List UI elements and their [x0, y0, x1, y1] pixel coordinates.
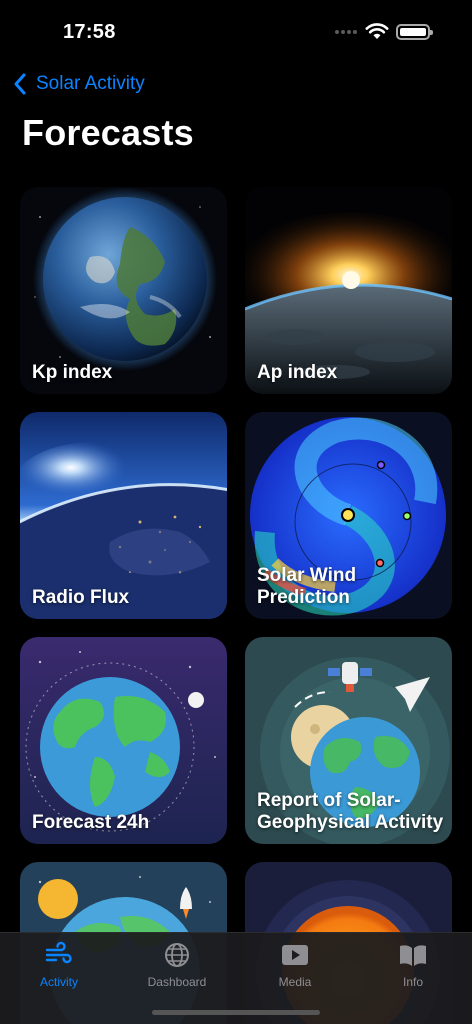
play-icon [282, 945, 308, 965]
battery-icon [396, 24, 433, 40]
card-label: Ap index [257, 362, 338, 383]
tab-label: Dashboard [147, 975, 207, 989]
page-title: Forecasts [22, 112, 194, 153]
back-button-label: Solar Activity [36, 73, 145, 94]
status-time: 17:58 [63, 21, 116, 43]
card-radio-flux[interactable]: Radio Flux [20, 412, 227, 619]
tab-label: Info [402, 975, 423, 989]
status-bar: 17:58 [0, 0, 472, 60]
card-label: Radio Flux [32, 587, 130, 608]
tab-media[interactable]: Media [245, 940, 345, 989]
card-solar-wind-prediction[interactable]: Solar Wind Prediction [245, 412, 452, 619]
book-icon [400, 945, 426, 966]
chevron-left-icon [14, 73, 26, 95]
globe-icon [165, 943, 189, 967]
tab-activity[interactable]: Activity [9, 940, 109, 989]
card-ap-index[interactable]: Ap index [245, 187, 452, 394]
card-label: Forecast 24h [32, 812, 150, 833]
card-label: Solar Wind Prediction [257, 565, 357, 608]
card-report-solar-geophysical[interactable]: Report of Solar-Geophysical Activity [245, 637, 452, 844]
tab-dashboard[interactable]: Dashboard [127, 940, 227, 989]
wifi-icon [365, 23, 389, 39]
card-label: Kp index [32, 362, 113, 383]
wind-icon [45, 941, 72, 964]
signal-icon [335, 30, 357, 34]
card-label: Report of Solar-Geophysical Activity [257, 790, 444, 833]
card-kp-index[interactable]: Kp index [20, 187, 227, 394]
tab-info[interactable]: Info [363, 940, 463, 989]
tab-label: Activity [39, 975, 78, 989]
card-forecast-24h[interactable]: Forecast 24h [20, 637, 227, 844]
home-indicator [152, 1010, 320, 1015]
tab-label: Media [278, 975, 312, 989]
back-button[interactable]: Solar Activity [12, 70, 145, 98]
